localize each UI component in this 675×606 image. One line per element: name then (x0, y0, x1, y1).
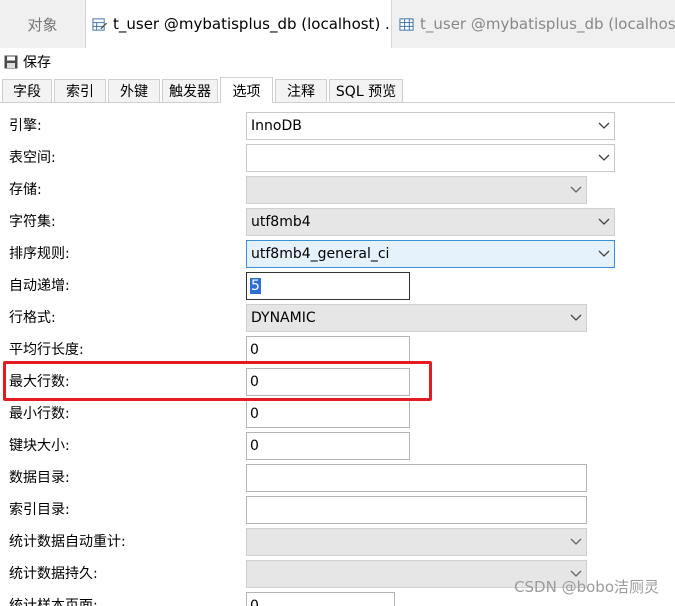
tab-t-user-active[interactable]: t_user @mybatisplus_db (localhost) ... (86, 0, 392, 48)
save-icon (4, 55, 18, 69)
row-format-select[interactable]: DYNAMIC (246, 304, 587, 332)
table-icon (399, 17, 414, 31)
toolbar: 保存 (0, 48, 675, 76)
row-format-value: DYNAMIC (251, 310, 316, 326)
key-block-size-label: 键块大小: (9, 438, 70, 454)
auto-increment-value: 5 (250, 278, 261, 294)
min-rows-label: 最小行数: (9, 406, 70, 422)
document-tab-bar: 对象 t_user @mybatisplus_db (localhost) ..… (0, 0, 675, 49)
engine-value: InnoDB (251, 118, 302, 134)
designer-subtabs: 字段 索引 外键 触发器 选项 注释 SQL 预览 (0, 77, 675, 103)
tab-options[interactable]: 选项 (220, 77, 273, 103)
stats-sample-pages-input[interactable]: 0 (246, 592, 395, 606)
chevron-down-icon (594, 148, 614, 168)
chevron-down-icon (566, 532, 586, 552)
charset-select[interactable]: utf8mb4 (246, 208, 615, 236)
tab-objects[interactable]: 对象 (0, 0, 86, 48)
table-design-icon (92, 17, 107, 31)
max-rows-value: 0 (250, 374, 259, 390)
stats-persistent-label: 统计数据持久: (9, 566, 98, 582)
key-block-size-value: 0 (250, 438, 259, 454)
avg-row-length-label: 平均行长度: (9, 342, 84, 358)
chevron-down-icon (594, 116, 614, 136)
key-block-size-input[interactable]: 0 (246, 432, 410, 460)
tablespace-label: 表空间: (9, 150, 56, 166)
tablespace-select[interactable] (246, 144, 615, 172)
stats-sample-pages-label: 统计样本页面: (9, 598, 98, 606)
chevron-down-icon (566, 180, 586, 200)
options-form: 引擎: InnoDB 表空间: 存储: 字符集: utf8mb4 排序规则: u… (0, 103, 675, 606)
save-button[interactable]: 保存 (4, 52, 51, 72)
max-rows-label: 最大行数: (9, 374, 70, 390)
engine-label: 引擎: (9, 118, 42, 134)
max-rows-input[interactable]: 0 (246, 368, 410, 396)
data-directory-label: 数据目录: (9, 470, 70, 486)
storage-select[interactable] (246, 176, 587, 204)
tab-triggers[interactable]: 触发器 (162, 79, 218, 102)
stats-auto-recalc-select[interactable] (246, 528, 587, 556)
avg-row-length-value: 0 (250, 342, 259, 358)
stats-auto-recalc-label: 统计数据自动重计: (9, 534, 126, 550)
tab-sql-preview[interactable]: SQL 预览 (329, 79, 403, 102)
collation-label: 排序规则: (9, 246, 70, 262)
min-rows-value: 0 (250, 406, 259, 422)
tab-fields[interactable]: 字段 (2, 79, 52, 102)
tab-t-user-data[interactable]: t_user @mybatisplus_db (localhost) (393, 0, 675, 48)
chevron-down-icon (594, 212, 614, 232)
index-directory-input[interactable] (246, 496, 587, 524)
chevron-down-icon (566, 308, 586, 328)
collation-select[interactable]: utf8mb4_general_ci (246, 240, 615, 268)
chevron-down-icon (594, 244, 614, 264)
index-directory-label: 索引目录: (9, 502, 70, 518)
charset-label: 字符集: (9, 214, 56, 230)
tab-t-user-active-label: t_user @mybatisplus_db (localhost) ... (113, 15, 392, 33)
auto-increment-input[interactable]: 5 (246, 272, 410, 300)
data-directory-input[interactable] (246, 464, 587, 492)
stats-sample-pages-value: 0 (250, 598, 259, 606)
tab-foreign-keys[interactable]: 外键 (108, 79, 160, 102)
auto-increment-label: 自动递增: (9, 278, 70, 294)
tab-comments[interactable]: 注释 (275, 79, 327, 102)
collation-value: utf8mb4_general_ci (251, 246, 390, 262)
avg-row-length-input[interactable]: 0 (246, 336, 410, 364)
engine-select[interactable]: InnoDB (246, 112, 615, 140)
watermark: CSDN @bobo洁厕灵 (514, 578, 659, 596)
tab-indexes[interactable]: 索引 (54, 79, 106, 102)
storage-label: 存储: (9, 182, 42, 198)
row-format-label: 行格式: (9, 310, 56, 326)
charset-value: utf8mb4 (251, 214, 311, 230)
min-rows-input[interactable]: 0 (246, 400, 410, 428)
save-button-label: 保存 (23, 55, 51, 71)
tab-t-user-data-label: t_user @mybatisplus_db (localhost) (420, 15, 675, 33)
